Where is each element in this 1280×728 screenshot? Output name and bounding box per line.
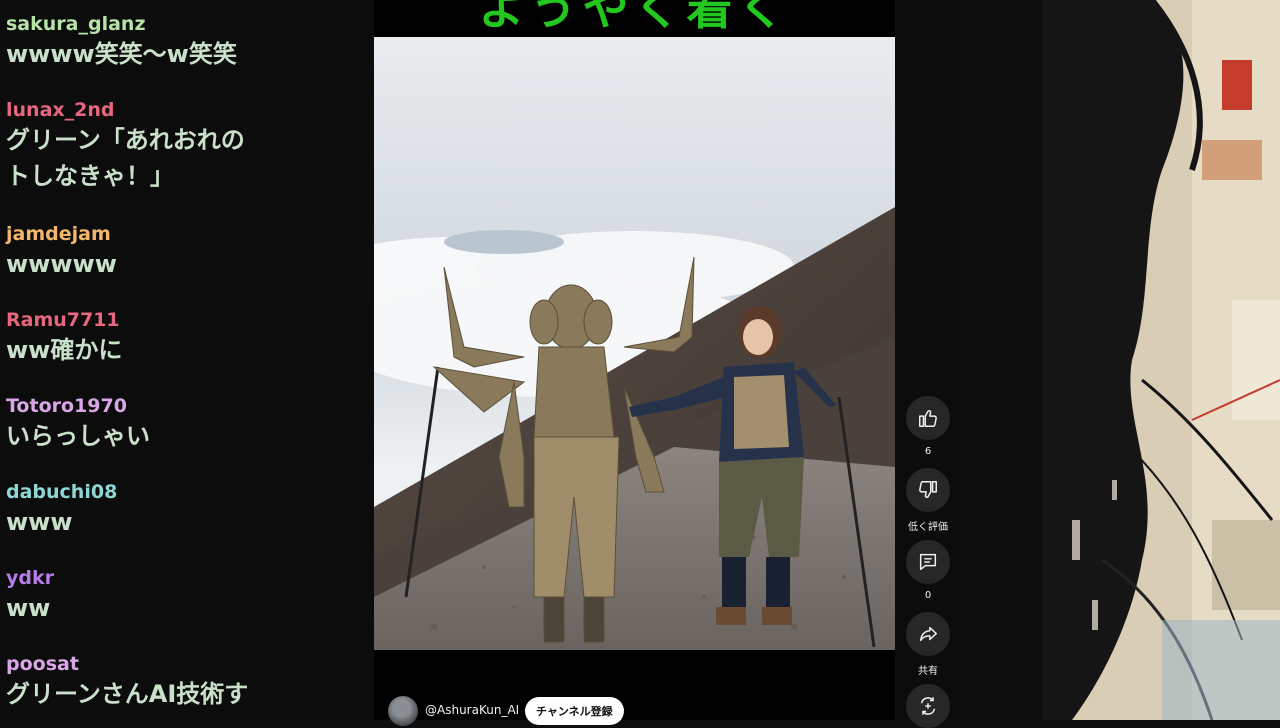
chat-text: wwwww [6, 250, 117, 278]
dislike-label: 低く評価 [908, 522, 948, 533]
comment-icon [919, 553, 937, 571]
chat-text: グリーン「あれおれの [6, 126, 245, 154]
thumbs-up-icon [919, 410, 937, 427]
video-player[interactable]: ようやく着く @AshuraKun_AI チャンネル登録 [374, 0, 895, 726]
channel-name[interactable]: @AshuraKun_AI [425, 703, 519, 717]
thumbs-down-icon [919, 481, 937, 498]
title-overlay: ようやく着く [374, 0, 895, 37]
chat-text: ww確かに [6, 336, 123, 364]
chat-text: wwww笑笑～w笑笑 [6, 40, 237, 68]
like-button[interactable] [906, 396, 950, 440]
comment-button[interactable] [906, 540, 950, 584]
share-label: 共有 [918, 666, 938, 677]
chat-message: jamdejam wwwww [6, 222, 366, 282]
chat-message: ydkr ww [6, 566, 366, 626]
chat-username[interactable]: sakura_glanz [6, 12, 366, 36]
chat-text: いらっしゃい [6, 422, 150, 450]
chat-text: トしなきゃ！」 [6, 162, 174, 190]
chat-text: www [6, 508, 73, 536]
chat-username[interactable]: lunax_2nd [6, 98, 366, 122]
like-count: 6 [924, 446, 932, 457]
collage-painting [1042, 0, 1280, 720]
action-rail: 6 低く評価 0 共有 [895, 0, 961, 728]
chat-username[interactable]: poosat [6, 652, 366, 676]
chat-message: sakura_glanz wwww笑笑～w笑笑 [6, 12, 366, 72]
chat-username[interactable]: Ramu7711 [6, 308, 366, 332]
chat-panel: sakura_glanz wwww笑笑～w笑笑 lunax_2nd グリーン「あ… [0, 0, 374, 720]
channel-bar: @AshuraKun_AI チャンネル登録 [374, 650, 895, 726]
remix-button[interactable] [906, 684, 950, 728]
subscribe-button[interactable]: チャンネル登録 [525, 697, 624, 725]
chat-text: ww [6, 594, 51, 622]
chat-text: グリーンさんAI技術す [6, 680, 249, 708]
chat-username[interactable]: Totoro1970 [6, 394, 366, 418]
background-artwork [1042, 0, 1280, 720]
video-scene [374, 37, 895, 650]
chat-message: Totoro1970 いらっしゃい [6, 394, 366, 454]
chat-username[interactable]: dabuchi08 [6, 480, 366, 504]
chat-username[interactable]: ydkr [6, 566, 366, 590]
video-frame[interactable] [374, 37, 895, 650]
share-icon [919, 626, 937, 642]
chat-message: dabuchi08 www [6, 480, 366, 540]
chat-username[interactable]: jamdejam [6, 222, 366, 246]
channel-avatar[interactable] [388, 696, 418, 726]
title-overlay-text: ようやく着く [478, 0, 791, 35]
chat-message: lunax_2nd グリーン「あれおれの トしなきゃ！」 [6, 98, 366, 194]
background-gap [961, 0, 1042, 720]
chat-message: poosat グリーンさんAI技術す [6, 652, 366, 712]
comment-count: 0 [924, 590, 932, 601]
remix-icon [920, 697, 936, 715]
dislike-button[interactable] [906, 468, 950, 512]
chat-message: Ramu7711 ww確かに [6, 308, 366, 368]
share-button[interactable] [906, 612, 950, 656]
